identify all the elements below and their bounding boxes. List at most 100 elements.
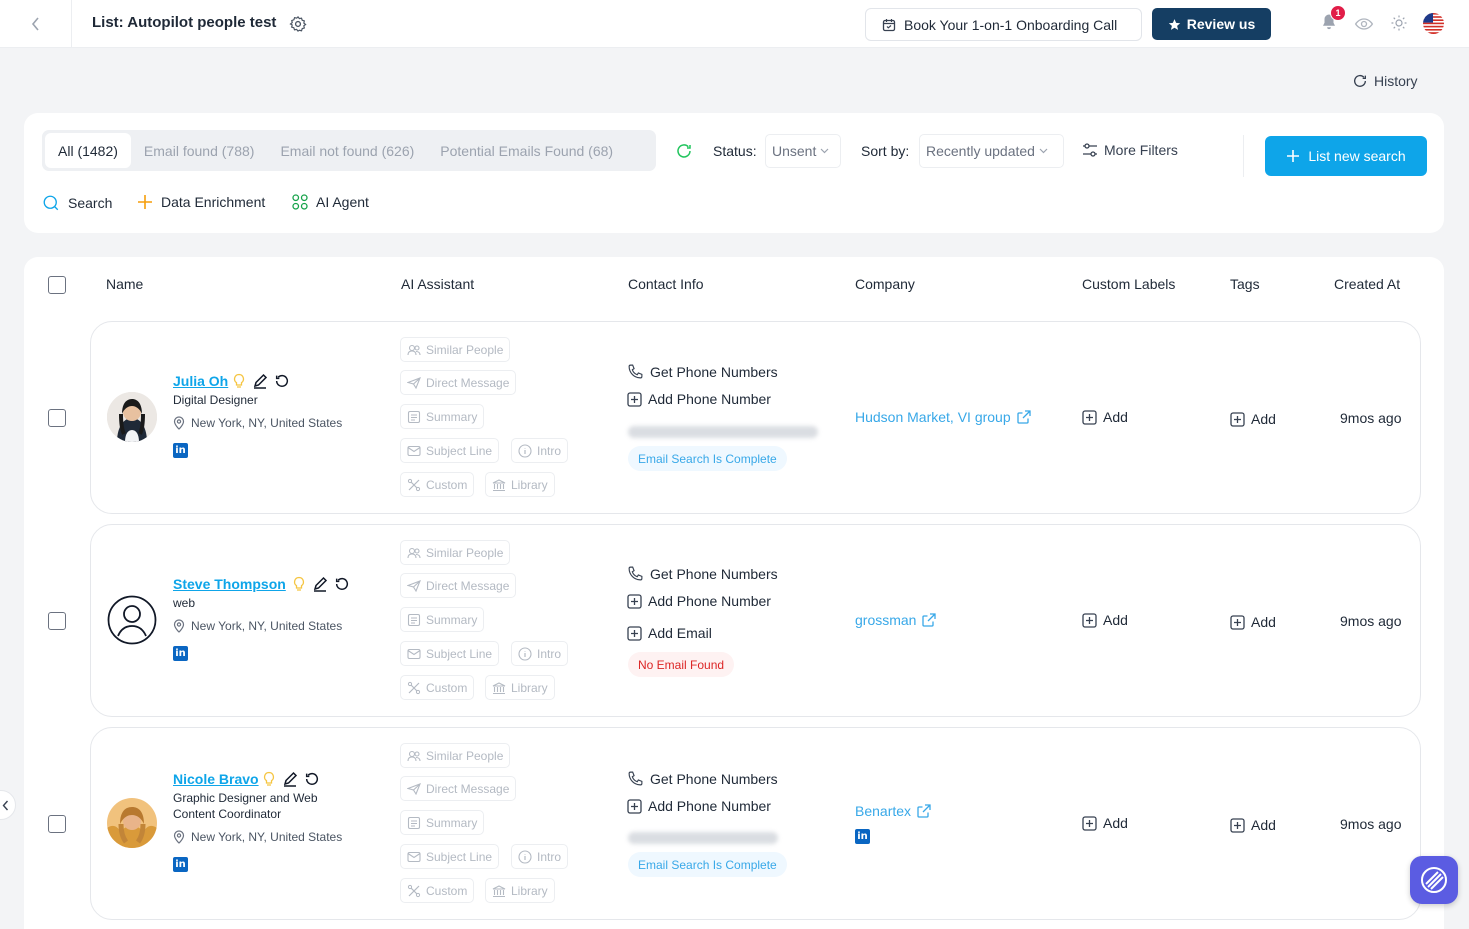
plus-square-icon — [627, 593, 642, 609]
chip-direct-message[interactable]: Direct Message — [400, 776, 517, 801]
data-enrichment-button[interactable]: Data Enrichment — [137, 194, 265, 210]
back-button[interactable] — [0, 0, 72, 48]
add-tag-button[interactable]: Add — [1230, 614, 1276, 630]
search-button[interactable]: Search — [42, 194, 112, 212]
company-link[interactable]: Hudson Market, VI group — [855, 409, 1032, 425]
person-name-link[interactable]: Steve Thompson — [173, 576, 286, 592]
get-phone-label: Get Phone Numbers — [650, 363, 778, 380]
add-label: Add — [1251, 817, 1276, 833]
chip-summary[interactable]: Summary — [400, 404, 485, 429]
tab-potential-emails[interactable]: Potential Emails Found (68) — [427, 133, 626, 168]
get-phone-numbers-button[interactable]: Get Phone Numbers — [627, 565, 778, 582]
select-all-checkbox[interactable] — [48, 276, 66, 294]
person-name-link[interactable]: Nicole Bravo — [173, 771, 259, 787]
collapse-sidebar-button[interactable] — [0, 790, 16, 820]
chip-summary[interactable]: Summary — [400, 810, 485, 835]
review-us-button[interactable]: Review us — [1152, 8, 1271, 40]
add-custom-label-button[interactable]: Add — [1082, 612, 1128, 628]
gear-icon[interactable] — [289, 15, 307, 33]
plus-icon — [1287, 150, 1300, 162]
linkedin-icon[interactable]: in — [173, 646, 188, 661]
row-checkbox[interactable] — [48, 409, 66, 427]
add-tag-button[interactable]: Add — [1230, 411, 1276, 427]
add-phone-number-button[interactable]: Add Phone Number — [627, 798, 771, 814]
add-email-button[interactable]: Add Email — [627, 625, 712, 641]
history-button[interactable]: History — [1352, 73, 1418, 89]
status-value: Unsent — [772, 143, 817, 159]
refresh-icon[interactable] — [304, 771, 320, 787]
chat-widget-button[interactable] — [1410, 856, 1458, 904]
chip-custom[interactable]: Custom — [400, 472, 475, 497]
refresh-icon[interactable] — [675, 142, 693, 160]
add-phone-number-button[interactable]: Add Phone Number — [627, 593, 771, 609]
chip-summary[interactable]: Summary — [400, 607, 485, 632]
chip-similar-people[interactable]: Similar People — [400, 540, 511, 565]
document-icon — [407, 613, 421, 626]
chip-direct-message[interactable]: Direct Message — [400, 573, 517, 598]
row-checkbox[interactable] — [48, 815, 66, 833]
chip-subject-line[interactable]: Subject Line — [400, 641, 500, 666]
chip-label: Intro — [537, 646, 562, 661]
more-filters-button[interactable]: More Filters — [1082, 142, 1178, 158]
ai-agent-button[interactable]: AI Agent — [292, 194, 369, 210]
chip-library[interactable]: Library — [485, 878, 555, 903]
get-phone-numbers-button[interactable]: Get Phone Numbers — [627, 770, 778, 787]
lightbulb-icon[interactable] — [292, 576, 306, 592]
company-linkedin-icon[interactable]: in — [855, 829, 870, 844]
edit-icon[interactable] — [282, 771, 298, 787]
company-link[interactable]: Benartex — [855, 803, 932, 819]
chip-label: Direct Message — [426, 375, 510, 390]
chip-subject-line[interactable]: Subject Line — [400, 438, 500, 463]
refresh-icon[interactable] — [334, 576, 350, 592]
status-select[interactable]: Unsent — [765, 134, 841, 168]
company-link[interactable]: grossman — [855, 612, 937, 628]
book-call-label: Book Your 1-on-1 Onboarding Call — [904, 16, 1118, 33]
person-name-link[interactable]: Julia Oh — [173, 373, 228, 389]
chip-label: Subject Line — [426, 443, 493, 458]
plus-square-icon — [1082, 409, 1097, 425]
us-flag-icon[interactable] — [1423, 13, 1444, 34]
tab-all[interactable]: All (1482) — [45, 133, 131, 168]
add-custom-label-button[interactable]: Add — [1082, 409, 1128, 425]
lightbulb-icon[interactable] — [232, 373, 246, 389]
plus-square-icon — [627, 391, 642, 407]
list-new-search-button[interactable]: List new search — [1265, 136, 1427, 176]
add-tag-button[interactable]: Add — [1230, 817, 1276, 833]
chip-direct-message[interactable]: Direct Message — [400, 370, 517, 395]
chip-similar-people[interactable]: Similar People — [400, 337, 511, 362]
edit-icon[interactable] — [252, 373, 268, 389]
row-checkbox[interactable] — [48, 612, 66, 630]
phone-icon — [628, 364, 643, 379]
chevron-down-icon — [1039, 148, 1048, 154]
person-location: New York, NY, United States — [173, 619, 342, 633]
get-phone-numbers-button[interactable]: Get Phone Numbers — [627, 363, 778, 380]
chip-subject-line[interactable]: Subject Line — [400, 844, 500, 869]
tab-email-not-found[interactable]: Email not found (626) — [267, 133, 427, 168]
chip-label: Similar People — [426, 342, 504, 357]
linkedin-icon[interactable]: in — [173, 857, 188, 872]
lightbulb-icon[interactable] — [262, 771, 276, 787]
chip-similar-people[interactable]: Similar People — [400, 743, 511, 768]
refresh-icon[interactable] — [274, 373, 290, 389]
chip-custom[interactable]: Custom — [400, 878, 475, 903]
add-label: Add — [1251, 411, 1276, 427]
name-actions — [292, 576, 350, 592]
add-phone-number-button[interactable]: Add Phone Number — [627, 391, 771, 407]
book-onboarding-call-button[interactable]: Book Your 1-on-1 Onboarding Call — [865, 8, 1142, 41]
tab-email-found[interactable]: Email found (788) — [131, 133, 268, 168]
chip-intro[interactable]: Intro — [511, 844, 569, 869]
sort-select[interactable]: Recently updated — [919, 134, 1064, 168]
chip-label: Similar People — [426, 748, 504, 763]
add-custom-label-button[interactable]: Add — [1082, 815, 1128, 831]
chip-intro[interactable]: Intro — [511, 641, 569, 666]
chip-custom[interactable]: Custom — [400, 675, 475, 700]
edit-icon[interactable] — [312, 576, 328, 592]
eye-icon[interactable] — [1354, 14, 1374, 34]
email-status-badge: Email Search Is Complete — [628, 446, 787, 471]
chip-label: Subject Line — [426, 849, 493, 864]
chip-library[interactable]: Library — [485, 472, 555, 497]
chip-library[interactable]: Library — [485, 675, 555, 700]
chip-intro[interactable]: Intro — [511, 438, 569, 463]
linkedin-icon[interactable]: in — [173, 443, 188, 458]
sun-icon[interactable] — [1390, 14, 1408, 32]
